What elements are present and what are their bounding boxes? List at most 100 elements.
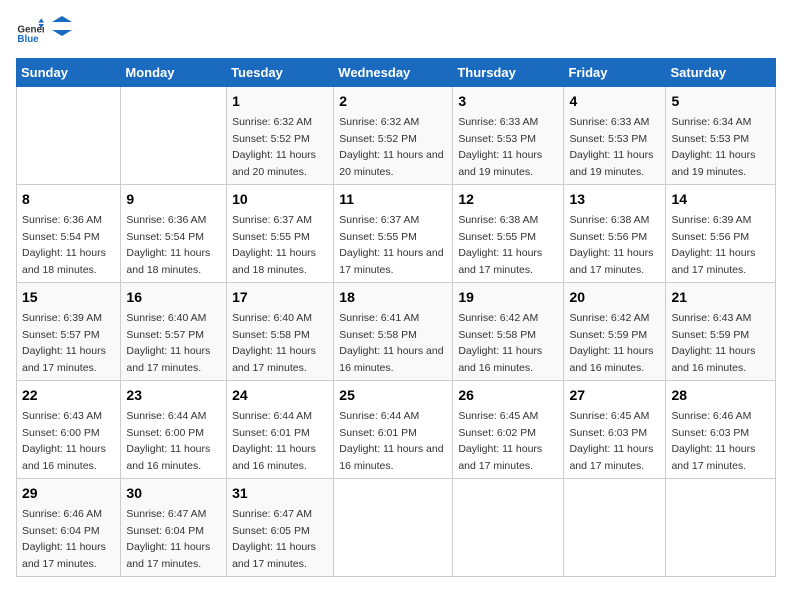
day-number: 5 xyxy=(671,91,770,112)
day-info: Sunrise: 6:39 AMSunset: 5:56 PMDaylight:… xyxy=(671,214,755,276)
weekday-header-wednesday: Wednesday xyxy=(334,59,453,87)
day-info: Sunrise: 6:39 AMSunset: 5:57 PMDaylight:… xyxy=(22,312,106,374)
day-info: Sunrise: 6:44 AMSunset: 6:01 PMDaylight:… xyxy=(232,410,316,472)
calendar-cell: 21 Sunrise: 6:43 AMSunset: 5:59 PMDayligh… xyxy=(666,283,776,381)
day-number: 10 xyxy=(232,189,328,210)
calendar-cell: 10 Sunrise: 6:37 AMSunset: 5:55 PMDayligh… xyxy=(227,185,334,283)
day-number: 9 xyxy=(126,189,221,210)
calendar-cell: 20 Sunrise: 6:42 AMSunset: 5:59 PMDayligh… xyxy=(564,283,666,381)
day-info: Sunrise: 6:42 AMSunset: 5:59 PMDaylight:… xyxy=(569,312,653,374)
day-number: 26 xyxy=(458,385,558,406)
day-number: 25 xyxy=(339,385,447,406)
day-number: 14 xyxy=(671,189,770,210)
day-number: 31 xyxy=(232,483,328,504)
day-number: 27 xyxy=(569,385,660,406)
day-info: Sunrise: 6:47 AMSunset: 6:05 PMDaylight:… xyxy=(232,508,316,570)
day-number: 30 xyxy=(126,483,221,504)
calendar-cell: 9 Sunrise: 6:36 AMSunset: 5:54 PMDaylight… xyxy=(121,185,227,283)
weekday-header-monday: Monday xyxy=(121,59,227,87)
calendar-cell: 11Sunrise: 6:37 AMSunset: 5:55 PMDayligh… xyxy=(334,185,453,283)
calendar-cell: 23 Sunrise: 6:44 AMSunset: 6:00 PMDayligh… xyxy=(121,381,227,479)
calendar-cell: 16 Sunrise: 6:40 AMSunset: 5:57 PMDayligh… xyxy=(121,283,227,381)
weekday-header-friday: Friday xyxy=(564,59,666,87)
calendar-cell: 28 Sunrise: 6:46 AMSunset: 6:03 PMDayligh… xyxy=(666,381,776,479)
day-info: Sunrise: 6:38 AMSunset: 5:56 PMDaylight:… xyxy=(569,214,653,276)
day-number: 23 xyxy=(126,385,221,406)
day-info: Sunrise: 6:37 AMSunset: 5:55 PMDaylight:… xyxy=(232,214,316,276)
calendar-cell: 8Sunrise: 6:36 AMSunset: 5:54 PMDaylight… xyxy=(17,185,121,283)
calendar-cell xyxy=(666,479,776,577)
calendar-cell xyxy=(564,479,666,577)
day-info: Sunrise: 6:46 AMSunset: 6:03 PMDaylight:… xyxy=(671,410,755,472)
day-info: Sunrise: 6:32 AMSunset: 5:52 PMDaylight:… xyxy=(232,116,316,178)
calendar-cell: 1 Sunrise: 6:32 AMSunset: 5:52 PMDaylight… xyxy=(227,87,334,185)
calendar-cell xyxy=(453,479,564,577)
day-info: Sunrise: 6:47 AMSunset: 6:04 PMDaylight:… xyxy=(126,508,210,570)
calendar-cell: 18 Sunrise: 6:41 AMSunset: 5:58 PMDayligh… xyxy=(334,283,453,381)
calendar-cell: 14 Sunrise: 6:39 AMSunset: 5:56 PMDayligh… xyxy=(666,185,776,283)
day-number: 2 xyxy=(339,91,447,112)
svg-text:Blue: Blue xyxy=(17,34,39,45)
logo-icon: General Blue xyxy=(16,17,44,45)
day-number: 17 xyxy=(232,287,328,308)
calendar-cell: 2 Sunrise: 6:32 AMSunset: 5:52 PMDaylight… xyxy=(334,87,453,185)
day-info: Sunrise: 6:46 AMSunset: 6:04 PMDaylight:… xyxy=(22,508,106,570)
day-info: Sunrise: 6:42 AMSunset: 5:58 PMDaylight:… xyxy=(458,312,542,374)
day-number: 21 xyxy=(671,287,770,308)
day-number: 24 xyxy=(232,385,328,406)
day-info: Sunrise: 6:34 AMSunset: 5:53 PMDaylight:… xyxy=(671,116,755,178)
calendar-cell: 22 Sunrise: 6:43 AMSunset: 6:00 PMDayligh… xyxy=(17,381,121,479)
day-number: 16 xyxy=(126,287,221,308)
logo: General Blue xyxy=(16,16,72,46)
calendar-cell: 4 Sunrise: 6:33 AMSunset: 5:53 PMDaylight… xyxy=(564,87,666,185)
weekday-header-saturday: Saturday xyxy=(666,59,776,87)
weekday-header-tuesday: Tuesday xyxy=(227,59,334,87)
calendar-cell: 17 Sunrise: 6:40 AMSunset: 5:58 PMDayligh… xyxy=(227,283,334,381)
calendar-cell: 5 Sunrise: 6:34 AMSunset: 5:53 PMDaylight… xyxy=(666,87,776,185)
weekday-header-sunday: Sunday xyxy=(17,59,121,87)
day-info: Sunrise: 6:43 AMSunset: 5:59 PMDaylight:… xyxy=(671,312,755,374)
weekday-header-thursday: Thursday xyxy=(453,59,564,87)
calendar-cell: 27 Sunrise: 6:45 AMSunset: 6:03 PMDayligh… xyxy=(564,381,666,479)
day-number: 4 xyxy=(569,91,660,112)
day-number: 1 xyxy=(232,91,328,112)
day-number: 29 xyxy=(22,483,115,504)
day-number: 19 xyxy=(458,287,558,308)
day-number: 20 xyxy=(569,287,660,308)
day-info: Sunrise: 6:45 AMSunset: 6:02 PMDaylight:… xyxy=(458,410,542,472)
day-info: Sunrise: 6:38 AMSunset: 5:55 PMDaylight:… xyxy=(458,214,542,276)
day-number: 28 xyxy=(671,385,770,406)
calendar-cell: 19 Sunrise: 6:42 AMSunset: 5:58 PMDayligh… xyxy=(453,283,564,381)
page-header: General Blue xyxy=(16,16,776,46)
day-number: 18 xyxy=(339,287,447,308)
calendar-cell: 13 Sunrise: 6:38 AMSunset: 5:56 PMDayligh… xyxy=(564,185,666,283)
day-info: Sunrise: 6:32 AMSunset: 5:52 PMDaylight:… xyxy=(339,116,443,178)
day-info: Sunrise: 6:33 AMSunset: 5:53 PMDaylight:… xyxy=(458,116,542,178)
calendar-cell: 26 Sunrise: 6:45 AMSunset: 6:02 PMDayligh… xyxy=(453,381,564,479)
calendar-cell: 12Sunrise: 6:38 AMSunset: 5:55 PMDayligh… xyxy=(453,185,564,283)
calendar-table: SundayMondayTuesdayWednesdayThursdayFrid… xyxy=(16,58,776,577)
calendar-cell: 25Sunrise: 6:44 AMSunset: 6:01 PMDayligh… xyxy=(334,381,453,479)
day-info: Sunrise: 6:40 AMSunset: 5:57 PMDaylight:… xyxy=(126,312,210,374)
calendar-cell: 31 Sunrise: 6:47 AMSunset: 6:05 PMDayligh… xyxy=(227,479,334,577)
calendar-cell: 29 Sunrise: 6:46 AMSunset: 6:04 PMDayligh… xyxy=(17,479,121,577)
day-info: Sunrise: 6:41 AMSunset: 5:58 PMDaylight:… xyxy=(339,312,443,374)
day-info: Sunrise: 6:36 AMSunset: 5:54 PMDaylight:… xyxy=(126,214,210,276)
day-info: Sunrise: 6:33 AMSunset: 5:53 PMDaylight:… xyxy=(569,116,653,178)
calendar-cell: 3Sunrise: 6:33 AMSunset: 5:53 PMDaylight… xyxy=(453,87,564,185)
day-info: Sunrise: 6:44 AMSunset: 6:00 PMDaylight:… xyxy=(126,410,210,472)
day-number: 22 xyxy=(22,385,115,406)
day-info: Sunrise: 6:40 AMSunset: 5:58 PMDaylight:… xyxy=(232,312,316,374)
calendar-cell: 15 Sunrise: 6:39 AMSunset: 5:57 PMDayligh… xyxy=(17,283,121,381)
day-number: 13 xyxy=(569,189,660,210)
calendar-cell: 30 Sunrise: 6:47 AMSunset: 6:04 PMDayligh… xyxy=(121,479,227,577)
day-info: Sunrise: 6:37 AMSunset: 5:55 PMDaylight:… xyxy=(339,214,443,276)
calendar-cell: 24 Sunrise: 6:44 AMSunset: 6:01 PMDayligh… xyxy=(227,381,334,479)
day-number: 8 xyxy=(22,189,115,210)
calendar-cell xyxy=(17,87,121,185)
logo-triangle-icon xyxy=(52,16,72,46)
day-info: Sunrise: 6:43 AMSunset: 6:00 PMDaylight:… xyxy=(22,410,106,472)
day-info: Sunrise: 6:45 AMSunset: 6:03 PMDaylight:… xyxy=(569,410,653,472)
day-number: 15 xyxy=(22,287,115,308)
calendar-cell xyxy=(334,479,453,577)
